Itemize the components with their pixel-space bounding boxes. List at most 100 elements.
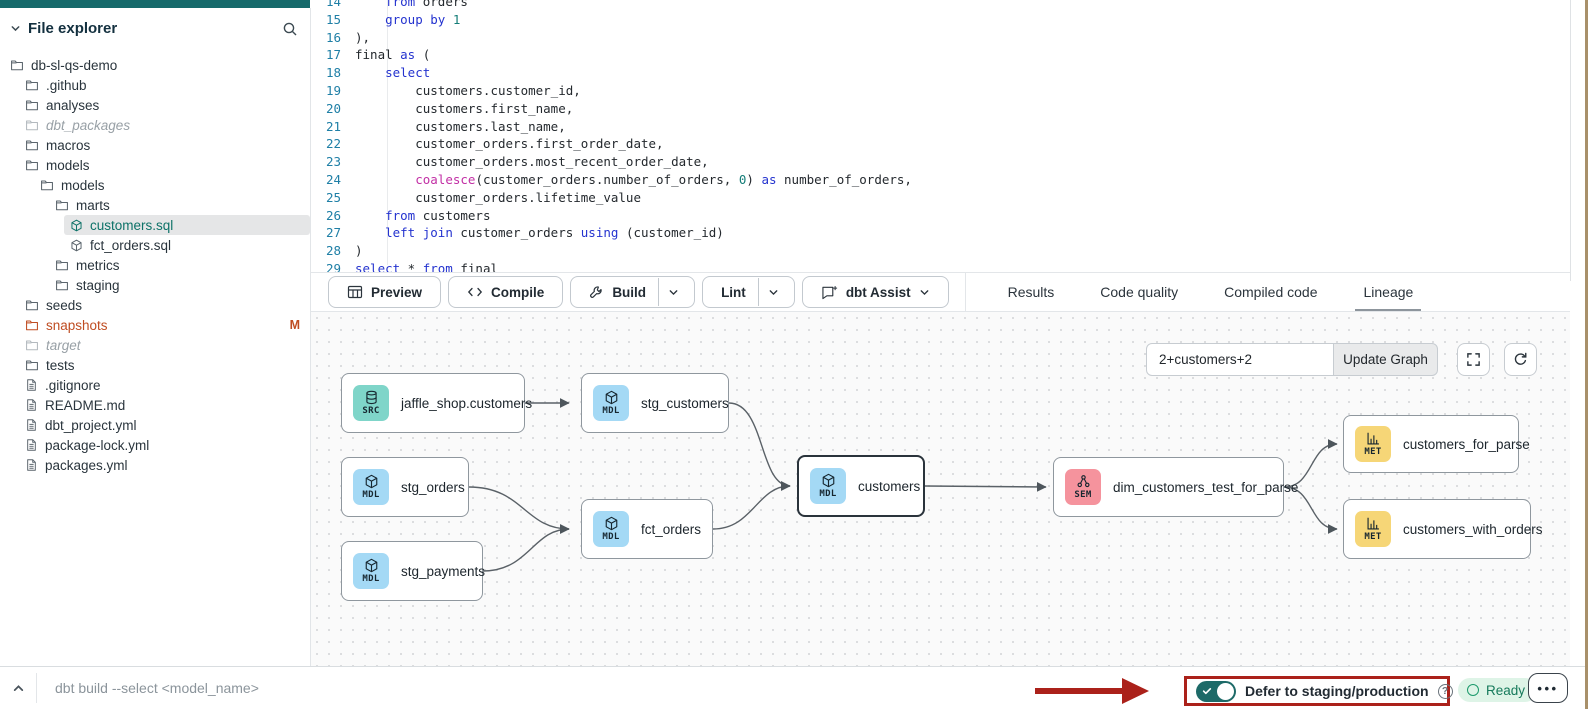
tree-item-dbt_packages[interactable]: dbt_packages — [0, 115, 310, 135]
code-line[interactable]: 27 left join customer_orders using (cust… — [311, 224, 1570, 242]
metric-icon — [1366, 431, 1381, 446]
code-line[interactable]: 21 customers.last_name, — [311, 118, 1570, 136]
badge-label: MDL — [602, 533, 619, 542]
fullscreen-button[interactable] — [1457, 343, 1490, 376]
tree-item-models[interactable]: models — [0, 175, 310, 195]
tree-item-staging[interactable]: staging — [0, 275, 310, 295]
status-badge[interactable]: Ready — [1458, 678, 1537, 702]
tree-item-models[interactable]: models — [0, 155, 310, 175]
toggle-knob — [1217, 683, 1234, 700]
code-line[interactable]: 22 customer_orders.first_order_date, — [311, 135, 1570, 153]
lineage-node-customers[interactable]: MDLcustomers — [797, 455, 925, 517]
tab-code-quality[interactable]: Code quality — [1100, 273, 1178, 311]
tab-lineage[interactable]: Lineage — [1363, 273, 1413, 311]
lineage-node-customers_for_parse[interactable]: METcustomers_for_parse — [1343, 415, 1519, 473]
defer-toggle-annotation-box: Defer to staging/production ? — [1184, 676, 1450, 706]
code-text: left join customer_orders using (custome… — [355, 224, 724, 242]
lineage-node-stg_customers[interactable]: MDLstg_customers — [581, 373, 729, 433]
more-menu-button[interactable]: ••• — [1528, 673, 1568, 703]
refresh-button[interactable] — [1504, 343, 1537, 376]
folder-icon — [55, 198, 69, 212]
tree-item-label: fct_orders.sql — [90, 238, 171, 253]
tree-item-.github[interactable]: .github — [0, 75, 310, 95]
src-badge: SRC — [353, 385, 389, 421]
search-icon[interactable] — [282, 21, 298, 37]
code-line[interactable]: 29select * from final — [311, 260, 1570, 272]
update-graph-button[interactable]: Update Graph — [1333, 343, 1438, 376]
folder-icon — [25, 338, 39, 352]
assist-dropdown-chevron-icon[interactable] — [919, 287, 930, 298]
code-line[interactable]: 19 customers.customer_id, — [311, 82, 1570, 100]
lineage-edge-stg_customers-to-customers — [729, 403, 790, 486]
preview-button[interactable]: Preview — [328, 276, 441, 308]
chevron-up-icon[interactable] — [0, 682, 36, 695]
badge-label: MET — [1364, 533, 1381, 542]
tree-item-target[interactable]: target — [0, 335, 310, 355]
tree-item-dbt_project.yml[interactable]: dbt_project.yml — [0, 415, 310, 435]
tree-item-seeds[interactable]: seeds — [0, 295, 310, 315]
tree-item-label: models — [61, 178, 105, 193]
tab-compiled-code[interactable]: Compiled code — [1224, 273, 1317, 311]
tree-item-db-sl-qs-demo[interactable]: db-sl-qs-demo — [0, 55, 310, 75]
file-explorer-panel: File explorer db-sl-qs-demo.githubanalys… — [0, 0, 310, 666]
code-line[interactable]: 15 group by 1 — [311, 11, 1570, 29]
code-line[interactable]: 26 from customers — [311, 207, 1570, 225]
build-dropdown-chevron-icon[interactable] — [659, 287, 688, 298]
tree-item-marts[interactable]: marts — [0, 195, 310, 215]
lineage-node-dim_customers_test_for_parse[interactable]: SEMdim_customers_test_for_parse — [1053, 457, 1284, 517]
node-label: customers_for_parse — [1403, 437, 1530, 452]
lineage-node-stg_orders[interactable]: MDLstg_orders — [341, 457, 469, 517]
code-line[interactable]: 25 customer_orders.lifetime_value — [311, 189, 1570, 207]
tree-item-snapshots[interactable]: snapshotsM — [0, 315, 310, 335]
lint-button[interactable]: Lint — [702, 276, 795, 308]
defer-toggle[interactable] — [1196, 681, 1236, 702]
code-line[interactable]: 20 customers.first_name, — [311, 100, 1570, 118]
tree-item-.gitignore[interactable]: .gitignore — [0, 375, 310, 395]
command-input[interactable] — [37, 679, 937, 697]
tree-item-macros[interactable]: macros — [0, 135, 310, 155]
lineage-node-customers_with_orders[interactable]: METcustomers_with_orders — [1343, 499, 1531, 559]
tree-item-package-lock.yml[interactable]: package-lock.yml — [0, 435, 310, 455]
editor-scrollbar-track[interactable] — [1570, 0, 1571, 281]
code-line[interactable]: 16), — [311, 29, 1570, 47]
tab-results[interactable]: Results — [1008, 273, 1055, 311]
folder-icon — [25, 138, 39, 152]
compile-button[interactable]: Compile — [448, 276, 563, 308]
code-text: final as ( — [355, 46, 430, 64]
graph-selector-input[interactable] — [1146, 343, 1334, 376]
tree-item-analyses[interactable]: analyses — [0, 95, 310, 115]
code-line[interactable]: 23 customer_orders.most_recent_order_dat… — [311, 153, 1570, 171]
chevron-down-icon[interactable] — [10, 23, 21, 34]
line-number: 21 — [311, 118, 355, 136]
line-number: 24 — [311, 171, 355, 189]
folder-icon — [25, 358, 39, 372]
code-line[interactable]: 17final as ( — [311, 46, 1570, 64]
tree-item-label: dbt_packages — [46, 118, 130, 133]
code-editor[interactable]: 14 from orders15 group by 116),17final a… — [311, 0, 1570, 272]
tree-item-metrics[interactable]: metrics — [0, 255, 310, 275]
build-button[interactable]: Build — [570, 276, 695, 308]
code-line[interactable]: 28) — [311, 242, 1570, 260]
tree-item-customers.sql[interactable]: customers.sql — [64, 215, 310, 235]
tree-item-README.md[interactable]: README.md — [0, 395, 310, 415]
lineage-node-stg_payments[interactable]: MDLstg_payments — [341, 541, 483, 601]
code-text: customers.customer_id, — [355, 82, 581, 100]
help-icon[interactable]: ? — [1438, 684, 1453, 699]
lineage-node-jaffle_shop.customers[interactable]: SRCjaffle_shop.customers — [341, 373, 525, 433]
metric-icon — [1366, 516, 1381, 531]
folder-icon — [25, 118, 39, 132]
tree-item-packages.yml[interactable]: packages.yml — [0, 455, 310, 475]
badge-label: SRC — [362, 407, 379, 416]
code-line[interactable]: 18 select — [311, 64, 1570, 82]
tree-item-fct_orders.sql[interactable]: fct_orders.sql — [0, 235, 310, 255]
tree-item-label: .gitignore — [45, 378, 101, 393]
assist-chat-icon — [821, 285, 838, 300]
file-icon — [25, 438, 38, 452]
code-line[interactable]: 14 from orders — [311, 0, 1570, 11]
lineage-node-fct_orders[interactable]: MDLfct_orders — [581, 499, 713, 559]
tree-item-tests[interactable]: tests — [0, 355, 310, 375]
code-text: ), — [355, 29, 370, 47]
lint-dropdown-chevron-icon[interactable] — [759, 287, 788, 298]
code-line[interactable]: 24 coalesce(customer_orders.number_of_or… — [311, 171, 1570, 189]
dbt-assist-button[interactable]: dbt Assist — [802, 276, 949, 308]
